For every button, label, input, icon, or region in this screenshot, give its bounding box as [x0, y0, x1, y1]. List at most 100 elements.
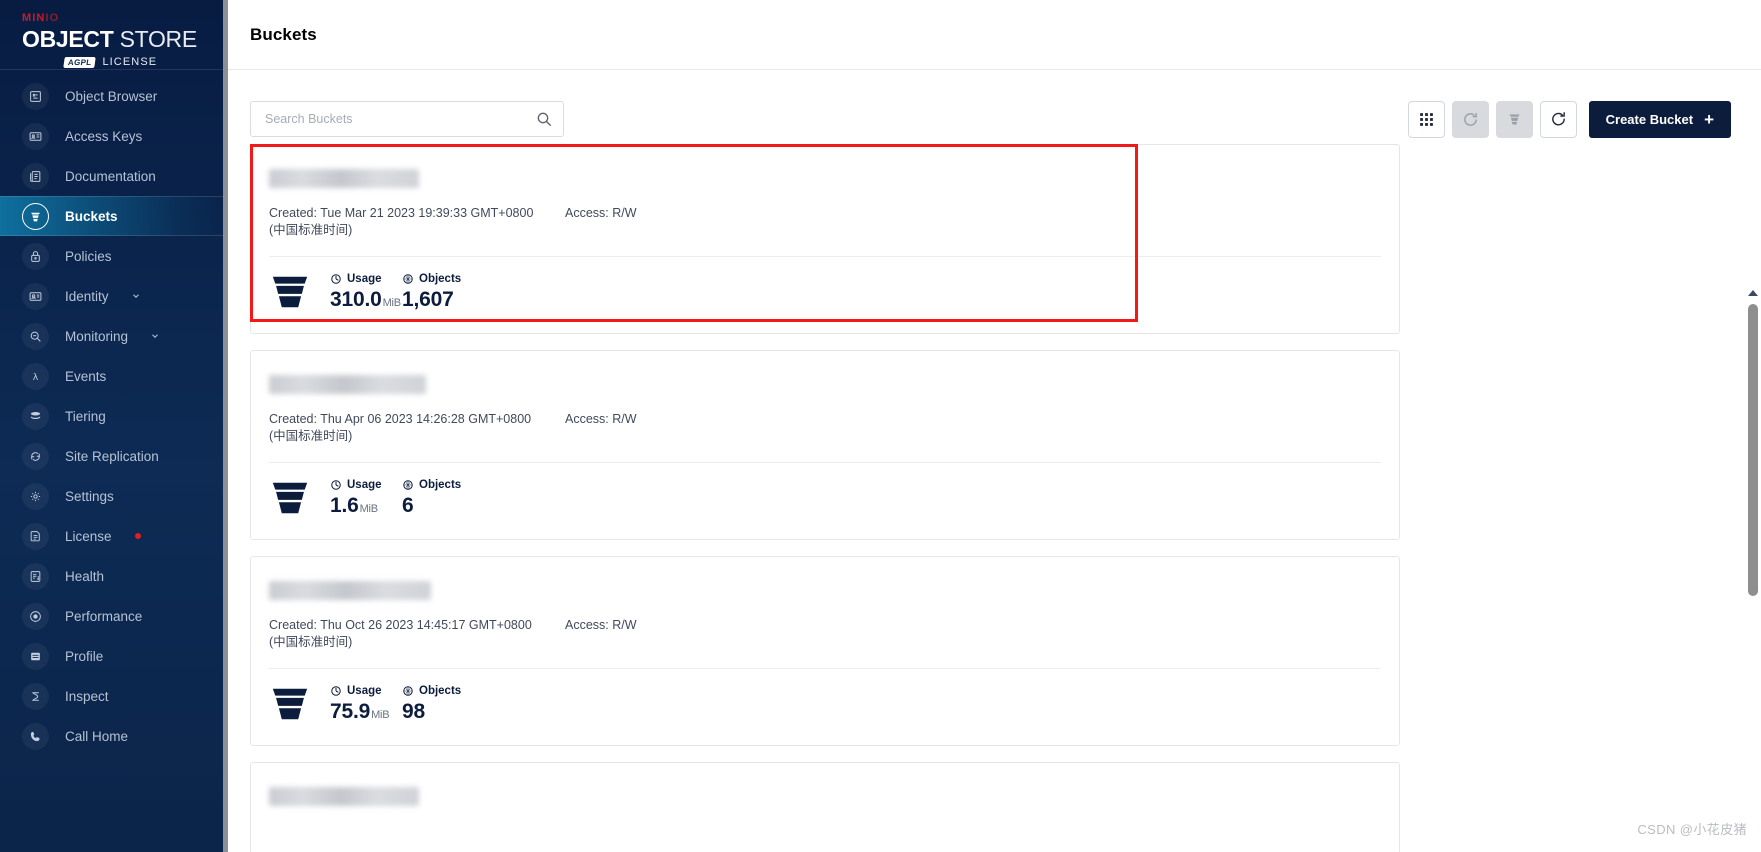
bucket-card-header: [251, 787, 1399, 823]
sidebar-item-license[interactable]: License: [0, 516, 228, 556]
license-word: LICENSE: [102, 56, 158, 68]
usage-label-row: Usage: [330, 685, 402, 697]
reload-button[interactable]: [1539, 100, 1577, 138]
objects-label: Objects: [419, 478, 462, 491]
usage-unit: MiB: [371, 708, 390, 721]
sidebar-item-monitoring[interactable]: Monitoring: [0, 316, 228, 356]
sidebar-item-inspect[interactable]: Inspect: [0, 676, 228, 716]
redacted-overlay: [269, 375, 426, 394]
sidebar-item-health[interactable]: Health: [0, 556, 228, 596]
bucket-card[interactable]: Created: Tue Mar 21 2023 19:39:33 GMT+08…: [250, 144, 1400, 334]
usage-clock-icon: [331, 479, 341, 490]
chevron-down-icon[interactable]: [131, 291, 141, 301]
usage-clock-icon: [331, 273, 341, 284]
create-bucket-button[interactable]: Create Bucket +: [1588, 100, 1731, 138]
health-icon: [22, 562, 49, 590]
grid-view-button[interactable]: [1407, 100, 1445, 138]
svg-text:λ: λ: [33, 371, 39, 382]
sidebar-item-buckets[interactable]: Buckets: [0, 196, 228, 236]
refresh-sync-button[interactable]: [1451, 100, 1489, 138]
scrollbar-thumb[interactable]: [1748, 304, 1758, 596]
sidebar-item-performance[interactable]: Performance: [0, 596, 228, 636]
performance-icon: [22, 602, 49, 630]
access-keys-icon: [22, 122, 49, 150]
toolbar: Create Bucket +: [228, 70, 1761, 144]
objects-label: Objects: [419, 272, 462, 285]
inspect-icon: [22, 682, 49, 710]
sidebar-item-label: Inspect: [65, 688, 109, 704]
chevron-down-icon[interactable]: [150, 331, 160, 341]
bucket-list-scroll-area: Created: Tue Mar 21 2023 19:39:33 GMT+08…: [250, 144, 1761, 852]
objects-label: Objects: [419, 684, 462, 697]
usage-value: 1.6MiB: [330, 494, 402, 518]
sidebar-item-policies[interactable]: Policies: [0, 236, 228, 276]
delete-bucket-button[interactable]: [1495, 100, 1533, 138]
sidebar-item-call-home[interactable]: Call Home: [0, 716, 228, 756]
bucket-created-timezone: (中国标准时间): [269, 223, 353, 237]
bucket-created-text: Created: Thu Oct 26 2023 14:45:17 GMT+08…: [269, 618, 532, 632]
bucket-name: [269, 581, 441, 604]
sidebar-item-profile[interactable]: Profile: [0, 636, 228, 676]
reload-icon: [1551, 111, 1565, 125]
sidebar-item-identity[interactable]: Identity: [0, 276, 228, 316]
sidebar-item-label: Call Home: [65, 728, 129, 744]
objects-label-row: Objects: [402, 273, 462, 285]
search-input[interactable]: [265, 112, 536, 126]
sidebar-item-label: Performance: [65, 608, 143, 624]
objects-stat: Objects 98: [402, 685, 462, 724]
bucket-card[interactable]: Created: Thu Oct 26 2023 14:45:17 GMT+08…: [250, 556, 1400, 746]
redacted-overlay: [269, 581, 431, 600]
bucket-card-header: Created: Thu Oct 26 2023 14:45:17 GMT+08…: [251, 581, 1399, 651]
bucket-meta: Created: Thu Apr 06 2023 14:26:28 GMT+08…: [269, 411, 1381, 445]
sidebar-item-label: Events: [65, 368, 107, 384]
bucket-name: [269, 787, 429, 810]
scroll-up-arrow-icon[interactable]: [1748, 290, 1758, 296]
bucket-card[interactable]: Created: Thu Apr 06 2023 14:26:28 GMT+08…: [250, 350, 1400, 540]
sidebar-item-events[interactable]: λ Events: [0, 356, 228, 396]
bucket-stats: Usage 310.0MiB Objects 1,607: [251, 257, 1399, 333]
sync-icon: [1463, 112, 1477, 126]
sidebar-item-access-keys[interactable]: Access Keys: [0, 116, 228, 156]
objects-value: 6: [402, 493, 414, 517]
objects-value: 98: [402, 699, 425, 723]
sidebar-item-tiering[interactable]: Tiering: [0, 396, 228, 436]
call-home-icon: [22, 722, 49, 750]
usage-number: 310.0: [330, 287, 382, 311]
sidebar-item-object-browser[interactable]: Object Browser: [0, 76, 228, 116]
sidebar-item-documentation[interactable]: Documentation: [0, 156, 228, 196]
bucket-glyph-icon: [272, 276, 308, 308]
agpl-badge: AGPL: [63, 56, 97, 68]
search-icon[interactable]: [536, 111, 552, 127]
sidebar-item-settings[interactable]: Settings: [0, 476, 228, 516]
sidebar-item-label: Tiering: [65, 408, 106, 424]
usage-number: 1.6: [330, 493, 359, 517]
sidebar-item-label: Buckets: [65, 208, 118, 224]
grid-icon: [1419, 112, 1433, 126]
bucket-name: [269, 375, 436, 398]
bucket-glyph-icon: [272, 688, 308, 720]
app-root: MINIO OBJECT STORE AGPL LICENSE Object B…: [0, 0, 1761, 852]
usage-label-row: Usage: [330, 273, 402, 285]
usage-unit: MiB: [359, 502, 379, 515]
usage-label: Usage: [347, 478, 382, 491]
trash-icon: [1509, 114, 1520, 124]
objects-stat: Objects 6: [402, 479, 462, 518]
usage-unit: MiB: [382, 296, 402, 309]
bucket-meta: Created: Tue Mar 21 2023 19:39:33 GMT+08…: [269, 205, 1381, 239]
bucket-icon: [269, 477, 311, 519]
vertical-scrollbar[interactable]: [1746, 290, 1761, 852]
bucket-stats: Usage 75.9MiB Objects 98: [251, 669, 1399, 745]
objects-label-row: Objects: [402, 479, 462, 491]
objects-icon: [403, 273, 413, 284]
search-buckets-box[interactable]: [250, 101, 564, 137]
sidebar-item-label: Identity: [65, 288, 109, 304]
bucket-icon: [269, 683, 311, 725]
sidebar-item-site-replication[interactable]: Site Replication: [0, 436, 228, 476]
bucket-card-header: Created: Thu Apr 06 2023 14:26:28 GMT+08…: [251, 375, 1399, 445]
redacted-overlay: [269, 169, 419, 188]
usage-stat: Usage 75.9MiB: [330, 685, 402, 724]
bucket-card[interactable]: [250, 762, 1400, 852]
toolbar-actions: Create Bucket +: [1407, 100, 1731, 138]
bucket-created-text: Created: Tue Mar 21 2023 19:39:33 GMT+08…: [269, 206, 534, 220]
bucket-card-header: Created: Tue Mar 21 2023 19:39:33 GMT+08…: [251, 169, 1399, 239]
